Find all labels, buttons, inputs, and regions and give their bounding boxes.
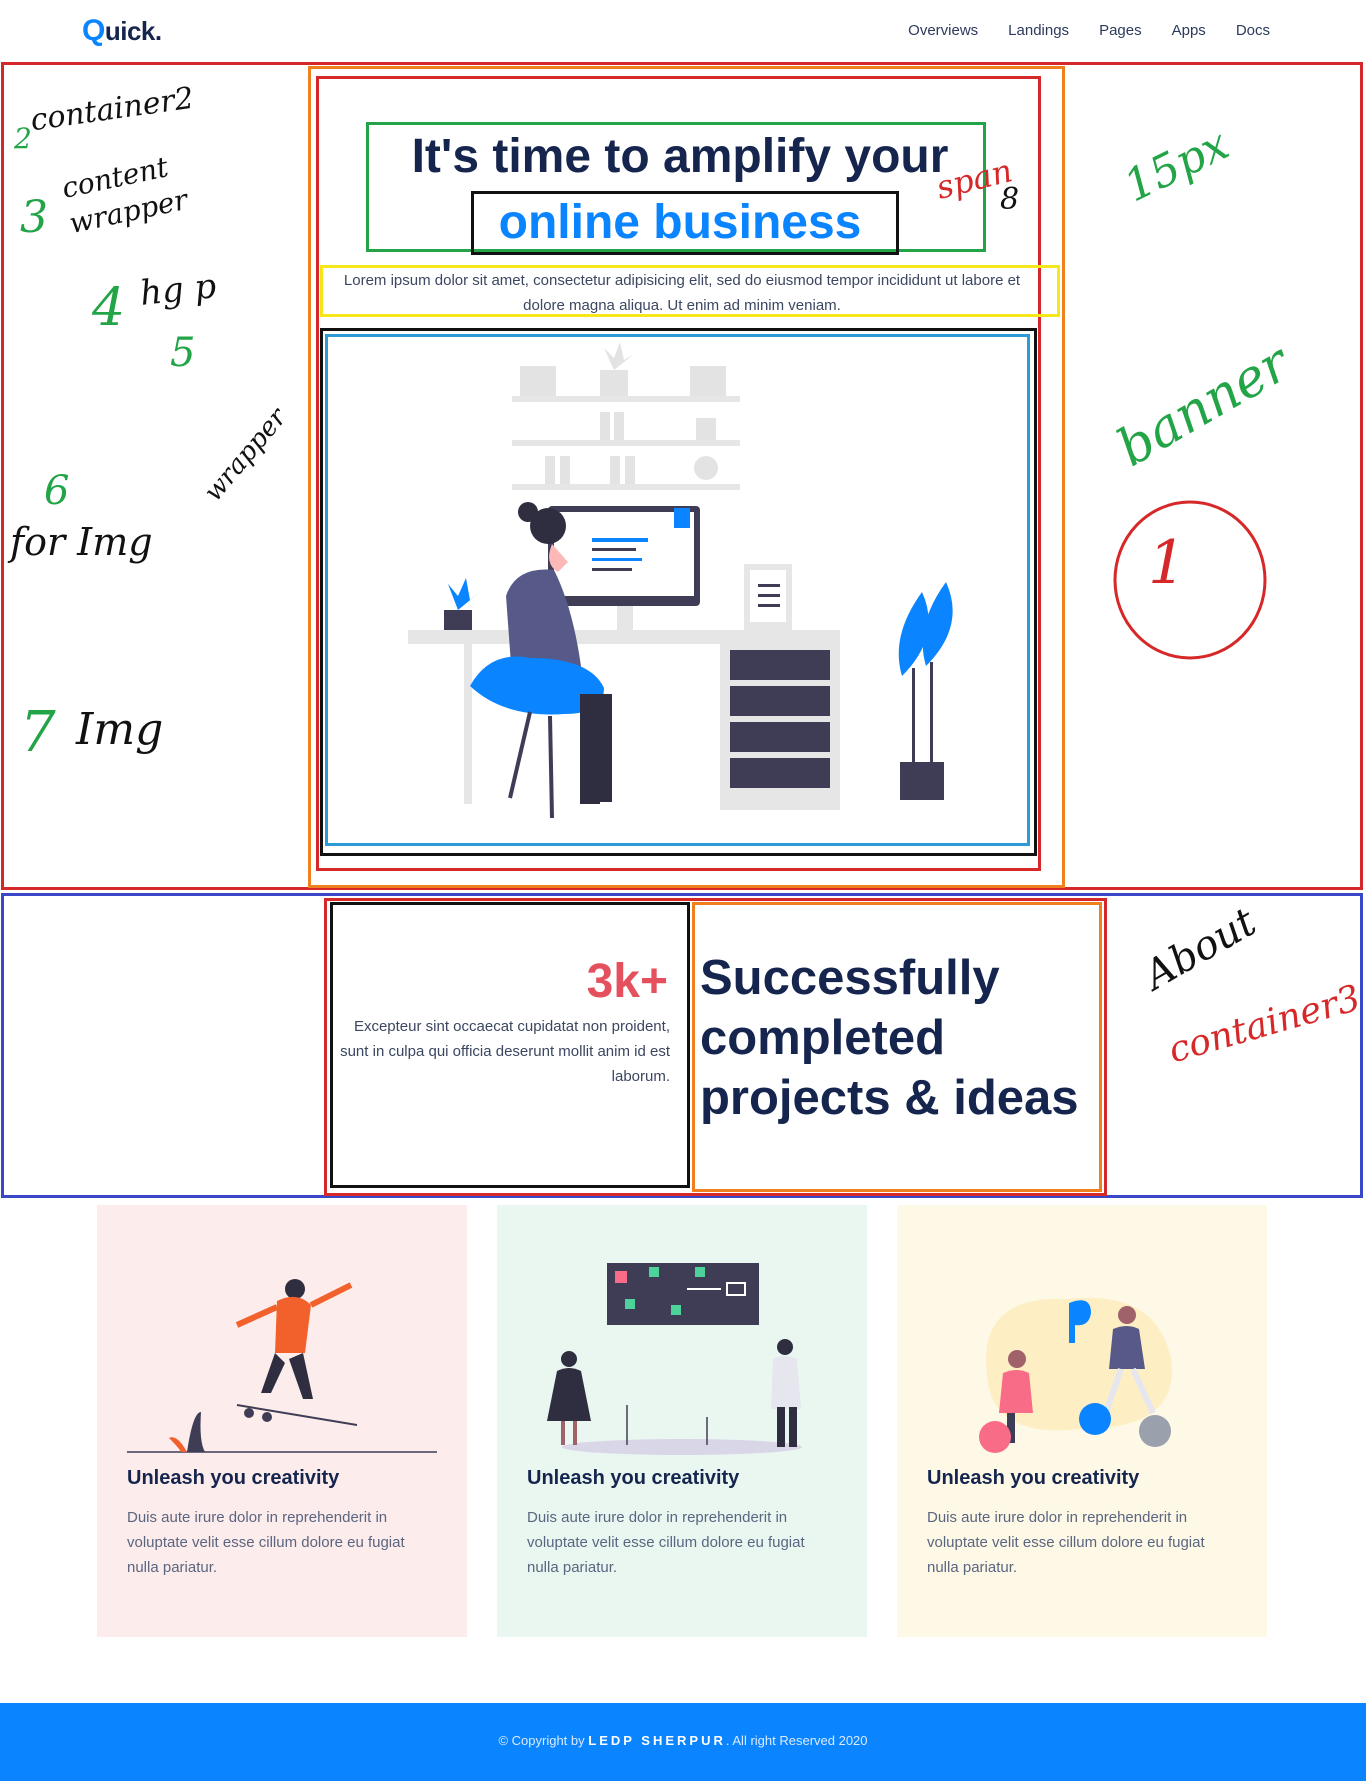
- note-number-3: 3: [20, 192, 48, 243]
- hero-paragraph: Lorem ipsum dolor sit amet, consectetur …: [343, 272, 1021, 314]
- footer-suffix: . All right Reserved 2020: [725, 1733, 868, 1748]
- card-illustration-1: [127, 1279, 437, 1453]
- card-title-1: Unleash you creativity: [127, 1467, 340, 1489]
- logo[interactable]: Quick.: [82, 14, 162, 48]
- footer-brand[interactable]: LEDP SHERPUR: [588, 1733, 726, 1748]
- footer: © Copyright by LEDP SHERPUR. All right R…: [0, 1703, 1366, 1781]
- note-number-2: 2: [14, 122, 32, 155]
- card-title-2: Unleash you creativity: [527, 1467, 740, 1489]
- footer-prefix: © Copyright by: [498, 1733, 589, 1748]
- note-number-5: 5: [170, 330, 196, 376]
- feature-card-2: Unleash you creativity Duis aute irure d…: [497, 1205, 867, 1637]
- hero-illustration: [408, 342, 953, 819]
- feature-card-3: Unleash you creativity Duis aute irure d…: [897, 1205, 1267, 1637]
- hero-heading-accent: online business: [498, 196, 862, 249]
- note-for-img: for Img: [10, 520, 153, 564]
- card-text-1: Duis aute irure dolor in reprehenderit i…: [127, 1509, 405, 1576]
- footer-copyright: © Copyright by LEDP SHERPUR. All right R…: [0, 1733, 1366, 1748]
- top-navbar: Quick. Overviews Landings Pages Apps Doc…: [0, 0, 1366, 62]
- nav-link-landings[interactable]: Landings: [1008, 22, 1069, 39]
- nav-link-docs[interactable]: Docs: [1236, 22, 1270, 39]
- about-heading: Successfully completed projects & ideas: [700, 951, 1079, 1125]
- hero-heading-text: It's time to amplify your: [411, 130, 949, 183]
- nav-links: Overviews Landings Pages Apps Docs: [908, 22, 1270, 39]
- hero-heading: It's time to amplify your online busines…: [370, 124, 990, 256]
- nav-link-pages[interactable]: Pages: [1099, 22, 1142, 39]
- note-img: Img: [76, 704, 164, 755]
- nav-link-overviews[interactable]: Overviews: [908, 22, 978, 39]
- note-number-6: 6: [44, 468, 70, 514]
- annotation-circle: [1113, 500, 1267, 660]
- card-title-3: Unleash you creativity: [927, 1467, 1140, 1489]
- card-text-3: Duis aute irure dolor in reprehenderit i…: [927, 1509, 1205, 1576]
- note-number-4: 4: [92, 278, 126, 338]
- note-number-7: 7: [20, 700, 56, 765]
- card-text-2: Duis aute irure dolor in reprehenderit i…: [527, 1509, 805, 1576]
- card-illustration-2: [547, 1263, 802, 1455]
- nav-link-apps[interactable]: Apps: [1172, 22, 1206, 39]
- feature-card-1: Unleash you creativity Duis aute irure d…: [97, 1205, 467, 1637]
- note-number-8: 8: [1000, 182, 1020, 217]
- logo-letter: Q: [82, 14, 105, 47]
- stat-description: Excepteur sint occaecat cupidatat non pr…: [340, 1018, 670, 1085]
- note-hg-p: hg p: [138, 266, 219, 314]
- logo-text: uick.: [104, 16, 162, 46]
- stat-number: 3k+: [586, 955, 668, 1008]
- card-illustration-3: [979, 1297, 1172, 1453]
